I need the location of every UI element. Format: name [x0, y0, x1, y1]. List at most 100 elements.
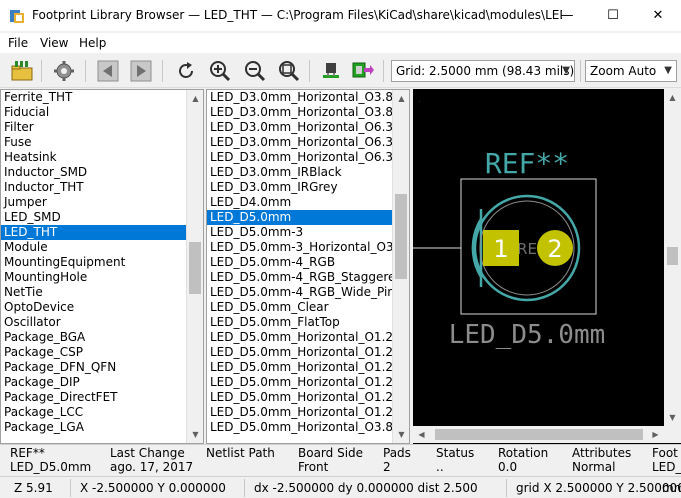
- list-item[interactable]: Package_DIP: [1, 375, 187, 390]
- list-item[interactable]: Package_CSP: [1, 345, 187, 360]
- list-item[interactable]: LED_D3.0mm_IRGrey: [207, 180, 394, 195]
- scroll-thumb[interactable]: [435, 429, 643, 440]
- list-item[interactable]: OptoDevice: [1, 300, 187, 315]
- list-item[interactable]: MountingEquipment: [1, 255, 187, 270]
- scroll-up-icon[interactable]: ▲: [393, 90, 409, 107]
- scroll-up-icon[interactable]: ▲: [187, 90, 203, 107]
- list-item[interactable]: LED_D5.0mm_Horizontal_O3.81mm: [207, 420, 394, 435]
- maximize-button[interactable]: ☐: [590, 0, 636, 32]
- kicad-app-icon: [10, 10, 24, 23]
- insert-footprint-button[interactable]: [318, 58, 344, 84]
- scroll-down-icon[interactable]: ▼: [187, 426, 203, 443]
- list-item[interactable]: LED_D4.0mm: [207, 195, 394, 210]
- list-item[interactable]: LED_D5.0mm-3: [207, 225, 394, 240]
- list-item[interactable]: Ferrite_THT: [1, 90, 187, 105]
- message-field: Attributes Normal: [572, 446, 631, 474]
- message-field: Foot LED_: [652, 446, 681, 474]
- status-grid: grid X 2.500000 Y 2.500000: [516, 481, 681, 495]
- message-field-value: ..: [436, 460, 444, 474]
- list-item[interactable]: Filter: [1, 120, 187, 135]
- library-list-scrollbar[interactable]: ▲ ▼: [186, 90, 203, 443]
- scroll-thumb[interactable]: [667, 247, 678, 265]
- message-field: Rotation 0.0: [498, 446, 548, 474]
- list-item[interactable]: Inductor_THT: [1, 180, 187, 195]
- minimize-button[interactable]: —: [544, 0, 590, 32]
- settings-button[interactable]: [51, 58, 77, 84]
- list-item[interactable]: LED_D5.0mm-4_RGB_Wide_Pins: [207, 285, 394, 300]
- list-item[interactable]: LED_D5.0mm_Horizontal_O1.27mm: [207, 330, 394, 345]
- menu-view[interactable]: View: [40, 36, 68, 50]
- status-zoom: Z 5.91: [14, 481, 53, 495]
- message-field: Last Change ago. 17, 2017: [110, 446, 193, 474]
- list-item[interactable]: LED_D3.0mm_Horizontal_O3.81mm: [207, 105, 394, 120]
- chevron-down-icon: ▼: [562, 65, 570, 76]
- next-footprint-button[interactable]: [128, 58, 154, 84]
- zoom-fit-button[interactable]: [276, 58, 302, 84]
- menu-help[interactable]: Help: [79, 36, 106, 50]
- canvas-vscrollbar[interactable]: ▲ ▼: [664, 89, 681, 426]
- list-item[interactable]: Package_LCC: [1, 405, 187, 420]
- scroll-up-icon[interactable]: ▲: [664, 89, 681, 106]
- canvas-hscrollbar[interactable]: ◀ ▶: [413, 426, 681, 443]
- list-item[interactable]: Package_DFN_QFN: [1, 360, 187, 375]
- message-field-title: Pads: [383, 446, 411, 460]
- list-item[interactable]: LED_D5.0mm-4_RGB: [207, 255, 394, 270]
- message-field-value: Normal: [572, 460, 616, 474]
- gear-icon: [54, 61, 74, 81]
- redraw-button[interactable]: [173, 58, 199, 84]
- list-item[interactable]: Inductor_SMD: [1, 165, 187, 180]
- list-item[interactable]: LED_D5.0mm_Horizontal_O1.27mm: [207, 345, 394, 360]
- select-library-button[interactable]: [9, 58, 35, 84]
- list-item[interactable]: Fuse: [1, 135, 187, 150]
- list-item[interactable]: Package_DirectFET: [1, 390, 187, 405]
- list-item[interactable]: LED_D3.0mm_Horizontal_O6.35mm: [207, 135, 394, 150]
- list-item[interactable]: LED_D3.0mm_Horizontal_O6.35mm: [207, 150, 394, 165]
- footprint-preview-canvas[interactable]: RE 1 2 REF** LED_D5.0mm ▲ ▼: [413, 89, 681, 444]
- list-item[interactable]: LED_D3.0mm_IRBlack: [207, 165, 394, 180]
- list-item[interactable]: LED_D5.0mm_Horizontal_O1.27mm: [207, 390, 394, 405]
- footprint-preview: RE 1 2 REF** LED_D5.0mm: [413, 101, 605, 350]
- list-item[interactable]: Oscillator: [1, 315, 187, 330]
- list-item[interactable]: LED_D5.0mm_Horizontal_O1.27mm: [207, 360, 394, 375]
- zoom-out-button[interactable]: [242, 58, 268, 84]
- grid-select[interactable]: Grid: 2.5000 mm (98.43 mils) ▼: [391, 60, 575, 82]
- list-item[interactable]: NetTie: [1, 285, 187, 300]
- scroll-thumb[interactable]: [189, 242, 201, 294]
- list-item[interactable]: LED_D5.0mm-3_Horizontal_O3.81mm: [207, 240, 394, 255]
- list-item[interactable]: LED_D3.0mm_Horizontal_O3.81mm: [207, 90, 394, 105]
- list-item[interactable]: Package_LGA: [1, 420, 187, 435]
- view-3d-button[interactable]: [350, 58, 376, 84]
- list-item[interactable]: LED_D5.0mm_Clear: [207, 300, 394, 315]
- zoom-fit-icon: [279, 61, 300, 82]
- footprint-list-panel: LED_D3.0mm_Horizontal_O3.81mmLED_D3.0mm_…: [206, 89, 410, 444]
- scroll-left-icon[interactable]: ◀: [413, 426, 430, 443]
- list-item[interactable]: LED_D3.0mm_Horizontal_O6.35mm: [207, 120, 394, 135]
- list-item[interactable]: Jumper: [1, 195, 187, 210]
- footprint-list: LED_D3.0mm_Horizontal_O3.81mmLED_D3.0mm_…: [207, 90, 394, 435]
- list-item[interactable]: LED_D5.0mm-4_RGB_Staggered_Pins: [207, 270, 394, 285]
- list-item[interactable]: LED_D5.0mm: [207, 210, 394, 225]
- scroll-down-icon[interactable]: ▼: [393, 426, 409, 443]
- list-item[interactable]: LED_D5.0mm_FlatTop: [207, 315, 394, 330]
- scroll-right-icon[interactable]: ▶: [647, 426, 664, 443]
- zoom-in-button[interactable]: [207, 58, 233, 84]
- list-item[interactable]: Heatsink: [1, 150, 187, 165]
- list-item[interactable]: LED_SMD: [1, 210, 187, 225]
- close-button[interactable]: ✕: [635, 0, 681, 32]
- scroll-down-icon[interactable]: ▼: [664, 409, 681, 426]
- list-item[interactable]: Package_BGA: [1, 330, 187, 345]
- list-item[interactable]: LED_D5.0mm_Horizontal_O1.27mm: [207, 375, 394, 390]
- list-item[interactable]: LED_D5.0mm_Horizontal_O1.27mm: [207, 405, 394, 420]
- message-panel: REF** LED_D5.0mm Last Change ago. 17, 2017 N…: [0, 444, 681, 476]
- message-field-value: LED_: [652, 460, 681, 474]
- list-item[interactable]: Fiducial: [1, 105, 187, 120]
- chevron-down-icon: ▼: [664, 65, 672, 76]
- footprint-list-scrollbar[interactable]: ▲ ▼: [392, 90, 409, 443]
- list-item[interactable]: LED_THT: [1, 225, 187, 240]
- menu-file[interactable]: File: [8, 36, 28, 50]
- scroll-thumb[interactable]: [395, 194, 407, 279]
- zoom-select[interactable]: Zoom Auto ▼: [585, 60, 677, 82]
- previous-footprint-button[interactable]: [95, 58, 121, 84]
- list-item[interactable]: Module: [1, 240, 187, 255]
- list-item[interactable]: MountingHole: [1, 270, 187, 285]
